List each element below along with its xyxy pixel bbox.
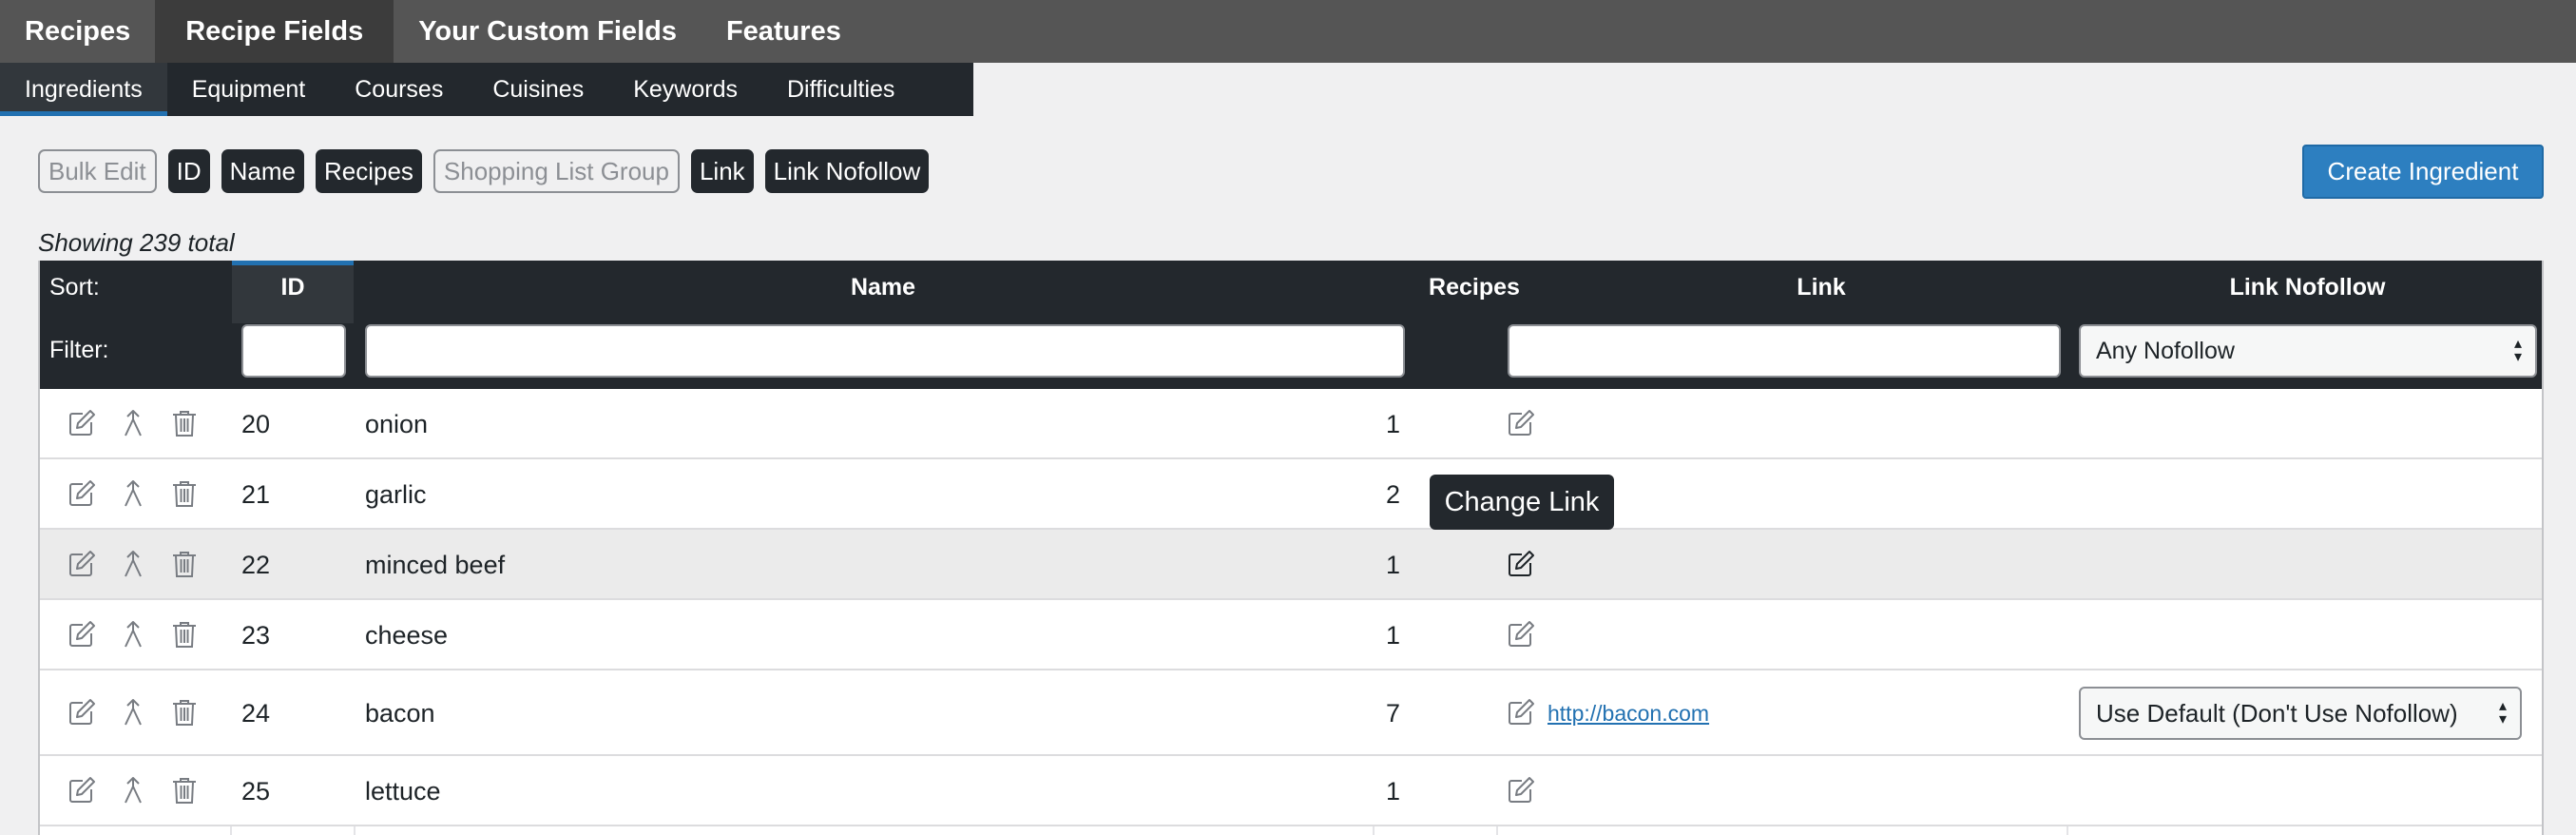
table-row: 24 bacon 7 http://bacon.com Use Default … [40,670,2542,756]
tab-recipes[interactable]: Recipes [0,0,155,63]
column-header-link[interactable]: Link [1536,274,2106,301]
subtab-keywords[interactable]: Keywords [608,63,762,116]
trash-icon[interactable] [169,478,200,509]
nofollow-filter-value: Any Nofollow [2096,337,2235,364]
edit-link-icon[interactable] [1506,775,1536,806]
column-toggles: Bulk Edit ID Name Recipes Shopping List … [38,149,930,193]
trash-icon[interactable] [169,619,200,650]
toggle-id[interactable]: ID [167,149,210,193]
edit-link-icon[interactable] [1506,408,1536,438]
nofollow-select-value: Use Default (Don't Use Nofollow) [2096,698,2458,728]
merge-icon[interactable] [118,549,148,579]
column-header-id[interactable]: ID [232,274,354,301]
toggle-name[interactable]: Name [221,149,304,193]
subtab-difficulties[interactable]: Difficulties [762,63,919,116]
trash-icon[interactable] [169,549,200,579]
recipes-cell: 1 [1386,621,1401,650]
tab-features[interactable]: Features [702,0,866,63]
row-actions [67,775,200,806]
recipes-cell: 7 [1386,699,1401,728]
column-header-recipes[interactable]: Recipes [1413,274,1536,301]
edit-icon[interactable] [67,549,97,579]
trash-icon[interactable] [169,697,200,728]
id-cell: 25 [241,777,271,806]
sub-nav: Ingredients Equipment Courses Cuisines K… [0,63,973,116]
ingredients-table: Sort: ID Name Recipes Link Link Nofollow… [38,261,2544,835]
tab-recipe-fields[interactable]: Recipe Fields [155,0,394,63]
row-actions [67,619,200,650]
name-cell: garlic [365,480,427,509]
row-actions [67,549,200,579]
recipes-cell: 1 [1386,777,1401,806]
create-ingredient-button[interactable]: Create Ingredient [2302,145,2544,199]
toggle-bulk-edit[interactable]: Bulk Edit [38,149,157,193]
column-header-name[interactable]: Name [354,274,1413,301]
toggle-recipes[interactable]: Recipes [315,149,422,193]
nofollow-select[interactable]: Use Default (Don't Use Nofollow) ▴ ▾ [2079,687,2522,740]
name-cell: cheese [365,621,449,650]
table-row: 22 minced beef 1 [40,530,2542,600]
subtab-equipment[interactable]: Equipment [167,63,331,116]
edit-icon[interactable] [67,619,97,650]
table-row: 25 lettuce 1 [40,756,2542,826]
edit-icon[interactable] [67,478,97,509]
row-actions [67,478,200,509]
trash-icon[interactable] [169,775,200,806]
toggle-shopping-list-group[interactable]: Shopping List Group [433,149,680,193]
name-filter-input[interactable] [365,324,1405,378]
name-cell: bacon [365,699,435,728]
table-row: 21 garlic 2 [40,459,2542,530]
change-link-tooltip: Change Link [1430,475,1614,530]
edit-icon[interactable] [67,408,97,438]
row-actions [67,408,200,438]
id-cell: 24 [241,699,271,728]
merge-icon[interactable] [118,408,148,438]
edit-icon[interactable] [67,697,97,728]
subtab-ingredients[interactable]: Ingredients [0,63,167,116]
table-row: 20 onion 1 [40,389,2542,459]
merge-icon[interactable] [118,478,148,509]
select-arrows-icon: ▴ ▾ [2498,698,2507,728]
name-cell: lettuce [365,777,441,806]
column-header-link-nofollow[interactable]: Link Nofollow [2069,274,2542,301]
recipes-cell: 1 [1386,410,1401,438]
showing-count: Showing 239 total [38,228,235,257]
nofollow-filter-select[interactable]: Any Nofollow ▴ ▾ [2079,324,2537,378]
subtab-cuisines[interactable]: Cuisines [468,63,608,116]
tab-your-custom-fields[interactable]: Your Custom Fields [394,0,702,63]
select-arrows-icon: ▴ ▾ [2513,336,2522,365]
edit-link-icon[interactable] [1506,697,1536,728]
row-actions [67,697,200,728]
id-cell: 23 [241,621,271,650]
name-cell: onion [365,410,429,438]
sort-label: Sort: [49,274,100,301]
subtab-courses[interactable]: Courses [330,63,468,116]
table-row: 23 cheese 1 [40,600,2542,670]
id-cell: 21 [241,480,271,509]
table-header: Sort: ID Name Recipes Link Link Nofollow… [40,261,2542,389]
recipes-cell: 1 [1386,551,1401,579]
id-cell: 20 [241,410,271,438]
link-filter-input[interactable] [1508,324,2061,378]
name-cell: minced beef [365,551,506,579]
ingredient-link[interactable]: http://bacon.com [1548,701,1709,727]
toggle-link[interactable]: Link [690,149,754,193]
trash-icon[interactable] [169,408,200,438]
toggle-link-nofollow[interactable]: Link Nofollow [764,149,930,193]
top-nav: Recipes Recipe Fields Your Custom Fields… [0,0,2576,63]
filter-label: Filter: [49,337,109,363]
edit-link-icon[interactable] [1506,549,1536,579]
merge-icon[interactable] [118,697,148,728]
edit-icon[interactable] [67,775,97,806]
merge-icon[interactable] [118,619,148,650]
recipes-cell: 2 [1386,480,1401,509]
id-cell: 22 [241,551,271,579]
edit-link-icon[interactable] [1506,619,1536,650]
id-filter-input[interactable] [241,324,346,378]
merge-icon[interactable] [118,775,148,806]
